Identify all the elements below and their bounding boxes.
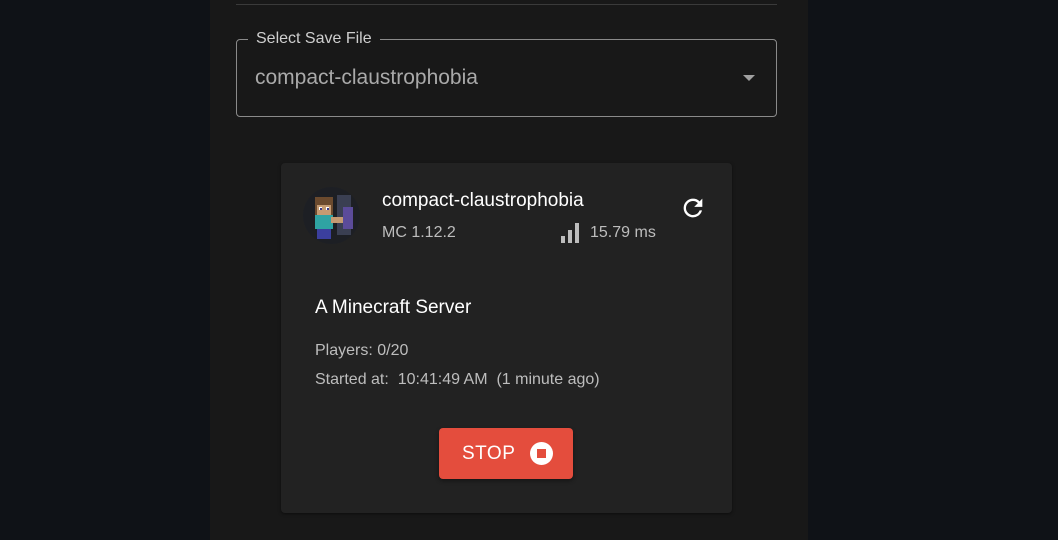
server-ping: 15.79 ms <box>590 224 656 241</box>
dropdown-caret-icon[interactable] <box>743 75 755 81</box>
server-motd: A Minecraft Server <box>315 297 472 318</box>
refresh-icon[interactable] <box>679 194 707 222</box>
stop-button[interactable]: STOP <box>439 428 573 479</box>
save-file-select-label: Select Save File <box>248 29 380 49</box>
stop-button-label: STOP <box>462 443 516 464</box>
player-count: Players: 0/20 <box>315 342 409 359</box>
started-at: Started at: 10:41:49 AM (1 minute ago) <box>315 371 600 388</box>
stop-circle-icon <box>530 442 553 465</box>
top-divider <box>236 4 777 5</box>
server-name: compact-claustrophobia <box>382 190 584 211</box>
signal-bars-icon <box>560 223 580 243</box>
save-file-select-value[interactable]: compact-claustrophobia <box>255 65 478 91</box>
server-avatar <box>303 187 360 244</box>
server-version: MC 1.12.2 <box>382 224 456 241</box>
minecraft-player-avatar-icon <box>303 187 360 244</box>
